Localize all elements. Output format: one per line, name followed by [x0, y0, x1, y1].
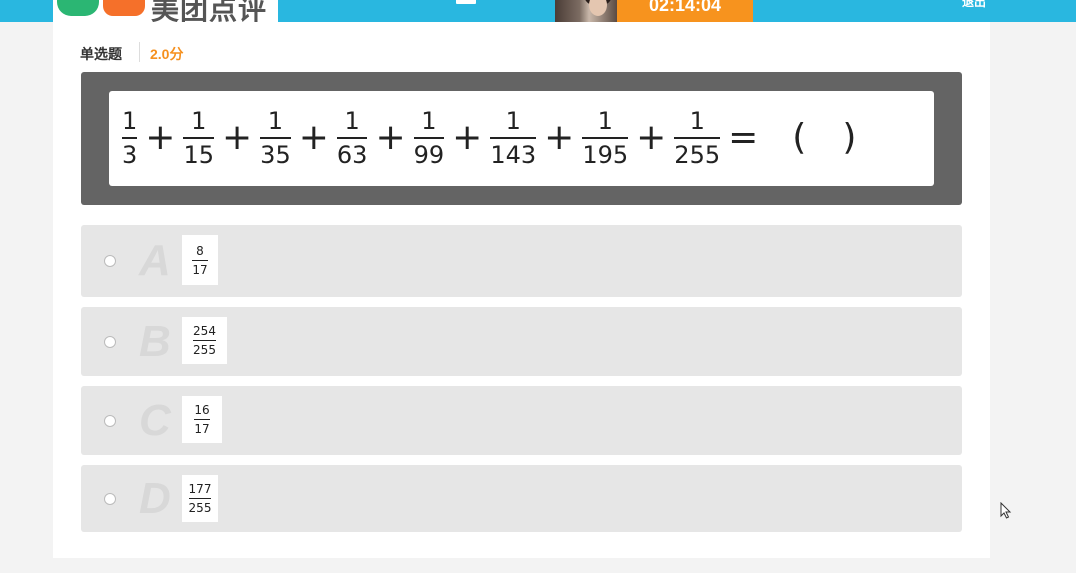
- fraction-term: 1 255: [674, 107, 721, 169]
- webcam-preview: [555, 0, 617, 22]
- option-denominator: 17: [194, 422, 210, 436]
- logo-orange-icon: [103, 0, 145, 16]
- plus-sign: +: [298, 117, 329, 158]
- countdown-timer: 02:14:04: [617, 0, 753, 22]
- logo-text: 美团点评: [151, 0, 268, 22]
- plus-sign: +: [636, 117, 667, 158]
- option-denominator: 17: [192, 262, 208, 277]
- option-c[interactable]: C 16 17: [81, 386, 962, 455]
- mouse-cursor-icon: [1000, 502, 1012, 519]
- question-score: 2.0分: [150, 46, 184, 62]
- numerator: 1: [597, 107, 613, 135]
- option-a[interactable]: A 8 17: [81, 225, 962, 297]
- option-letter: A: [139, 236, 171, 285]
- plus-sign: +: [544, 117, 575, 158]
- logo-green-icon: [57, 0, 99, 16]
- option-radio[interactable]: [104, 335, 116, 348]
- option-fraction-image: 254 255: [182, 317, 227, 364]
- option-radio[interactable]: [104, 492, 116, 505]
- plus-sign: +: [452, 117, 483, 158]
- option-radio[interactable]: [104, 414, 116, 427]
- fraction-term: 1 35: [260, 107, 291, 169]
- answer-blank-close: ): [842, 117, 857, 158]
- plus-sign: +: [375, 117, 406, 158]
- question-type: 单选题: [80, 46, 122, 62]
- numerator: 1: [505, 107, 521, 135]
- option-radio[interactable]: [104, 255, 116, 267]
- fraction-term: 1 15: [183, 107, 214, 169]
- option-letter: B: [139, 316, 171, 366]
- option-numerator: 16: [194, 403, 210, 417]
- exit-button[interactable]: 退出: [962, 0, 986, 10]
- denominator: 63: [336, 141, 368, 169]
- option-fraction-image: 8 17: [182, 235, 218, 285]
- option-fraction-image: 177 255: [182, 475, 218, 522]
- option-fraction-image: 16 17: [182, 396, 222, 443]
- option-letter: D: [139, 473, 171, 523]
- fraction-term: 1 63: [336, 107, 368, 169]
- question-equation: 1 3 +1 15 +1 35 +1 63 +1 99 +1 143 +1 195 +1 255 =(): [120, 100, 856, 176]
- option-numerator: 177: [188, 482, 212, 496]
- option-numerator: 254: [193, 324, 216, 338]
- option-denominator: 255: [188, 501, 212, 515]
- option-letter: C: [139, 395, 171, 445]
- divider: [139, 42, 140, 62]
- denominator: 195: [582, 141, 629, 169]
- fraction-term: 1 195: [582, 107, 629, 169]
- denominator: 143: [490, 141, 537, 169]
- option-b[interactable]: B 254 255: [81, 307, 962, 376]
- numerator: 1: [689, 107, 705, 135]
- fraction-term: 1 143: [490, 107, 537, 169]
- equals-sign: =: [728, 117, 759, 158]
- denominator: 35: [260, 141, 291, 169]
- plus-sign: +: [222, 117, 253, 158]
- option-d[interactable]: D 177 255: [81, 465, 962, 532]
- denominator: 99: [413, 141, 445, 169]
- numerator: 1: [421, 107, 437, 135]
- option-denominator: 255: [193, 343, 216, 357]
- denominator: 15: [183, 141, 214, 169]
- denominator: 255: [674, 141, 721, 169]
- menu-icon[interactable]: [456, 0, 476, 4]
- numerator: 1: [267, 107, 284, 135]
- plus-sign: +: [145, 117, 176, 158]
- numerator: 1: [122, 107, 138, 135]
- denominator: 3: [122, 141, 138, 169]
- numerator: 1: [191, 107, 207, 135]
- option-numerator: 8: [196, 243, 204, 258]
- logo: 美团点评: [53, 0, 278, 22]
- fraction-term: 13: [122, 107, 138, 169]
- top-bar: 美团点评 02:14:04 退出: [0, 0, 1076, 22]
- fraction-term: 1 99: [413, 107, 445, 169]
- answer-blank-open: (: [792, 117, 807, 158]
- numerator: 1: [344, 107, 360, 135]
